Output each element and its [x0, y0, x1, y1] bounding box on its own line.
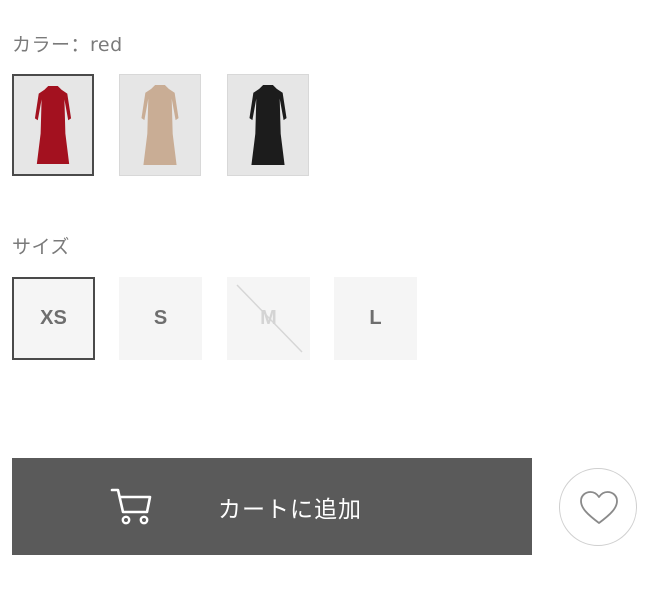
dress-image [249, 85, 287, 165]
size-option-xs[interactable]: XS [12, 277, 95, 360]
add-to-cart-label: カートに追加 [218, 497, 362, 523]
heart-icon [580, 491, 618, 524]
cart-icon [110, 488, 152, 525]
add-to-cart-button[interactable]: カートに追加 [12, 458, 532, 555]
size-option-label: S [153, 307, 168, 329]
color-swatch-red[interactable] [12, 74, 94, 176]
favorite-button[interactable] [559, 468, 637, 546]
color-swatch-beige[interactable] [119, 74, 201, 176]
size-option-label: XS [40, 307, 67, 329]
size-option-label: M [260, 307, 277, 329]
size-label: サイズ [12, 236, 70, 258]
color-label: カラー：red [12, 34, 123, 56]
size-option-m: M [227, 277, 310, 360]
dress-image [34, 86, 72, 164]
size-option-l[interactable]: L [334, 277, 417, 360]
size-option-label: L [369, 307, 382, 329]
dress-image [141, 85, 179, 165]
color-swatch-black[interactable] [227, 74, 309, 176]
size-option-s[interactable]: S [119, 277, 202, 360]
